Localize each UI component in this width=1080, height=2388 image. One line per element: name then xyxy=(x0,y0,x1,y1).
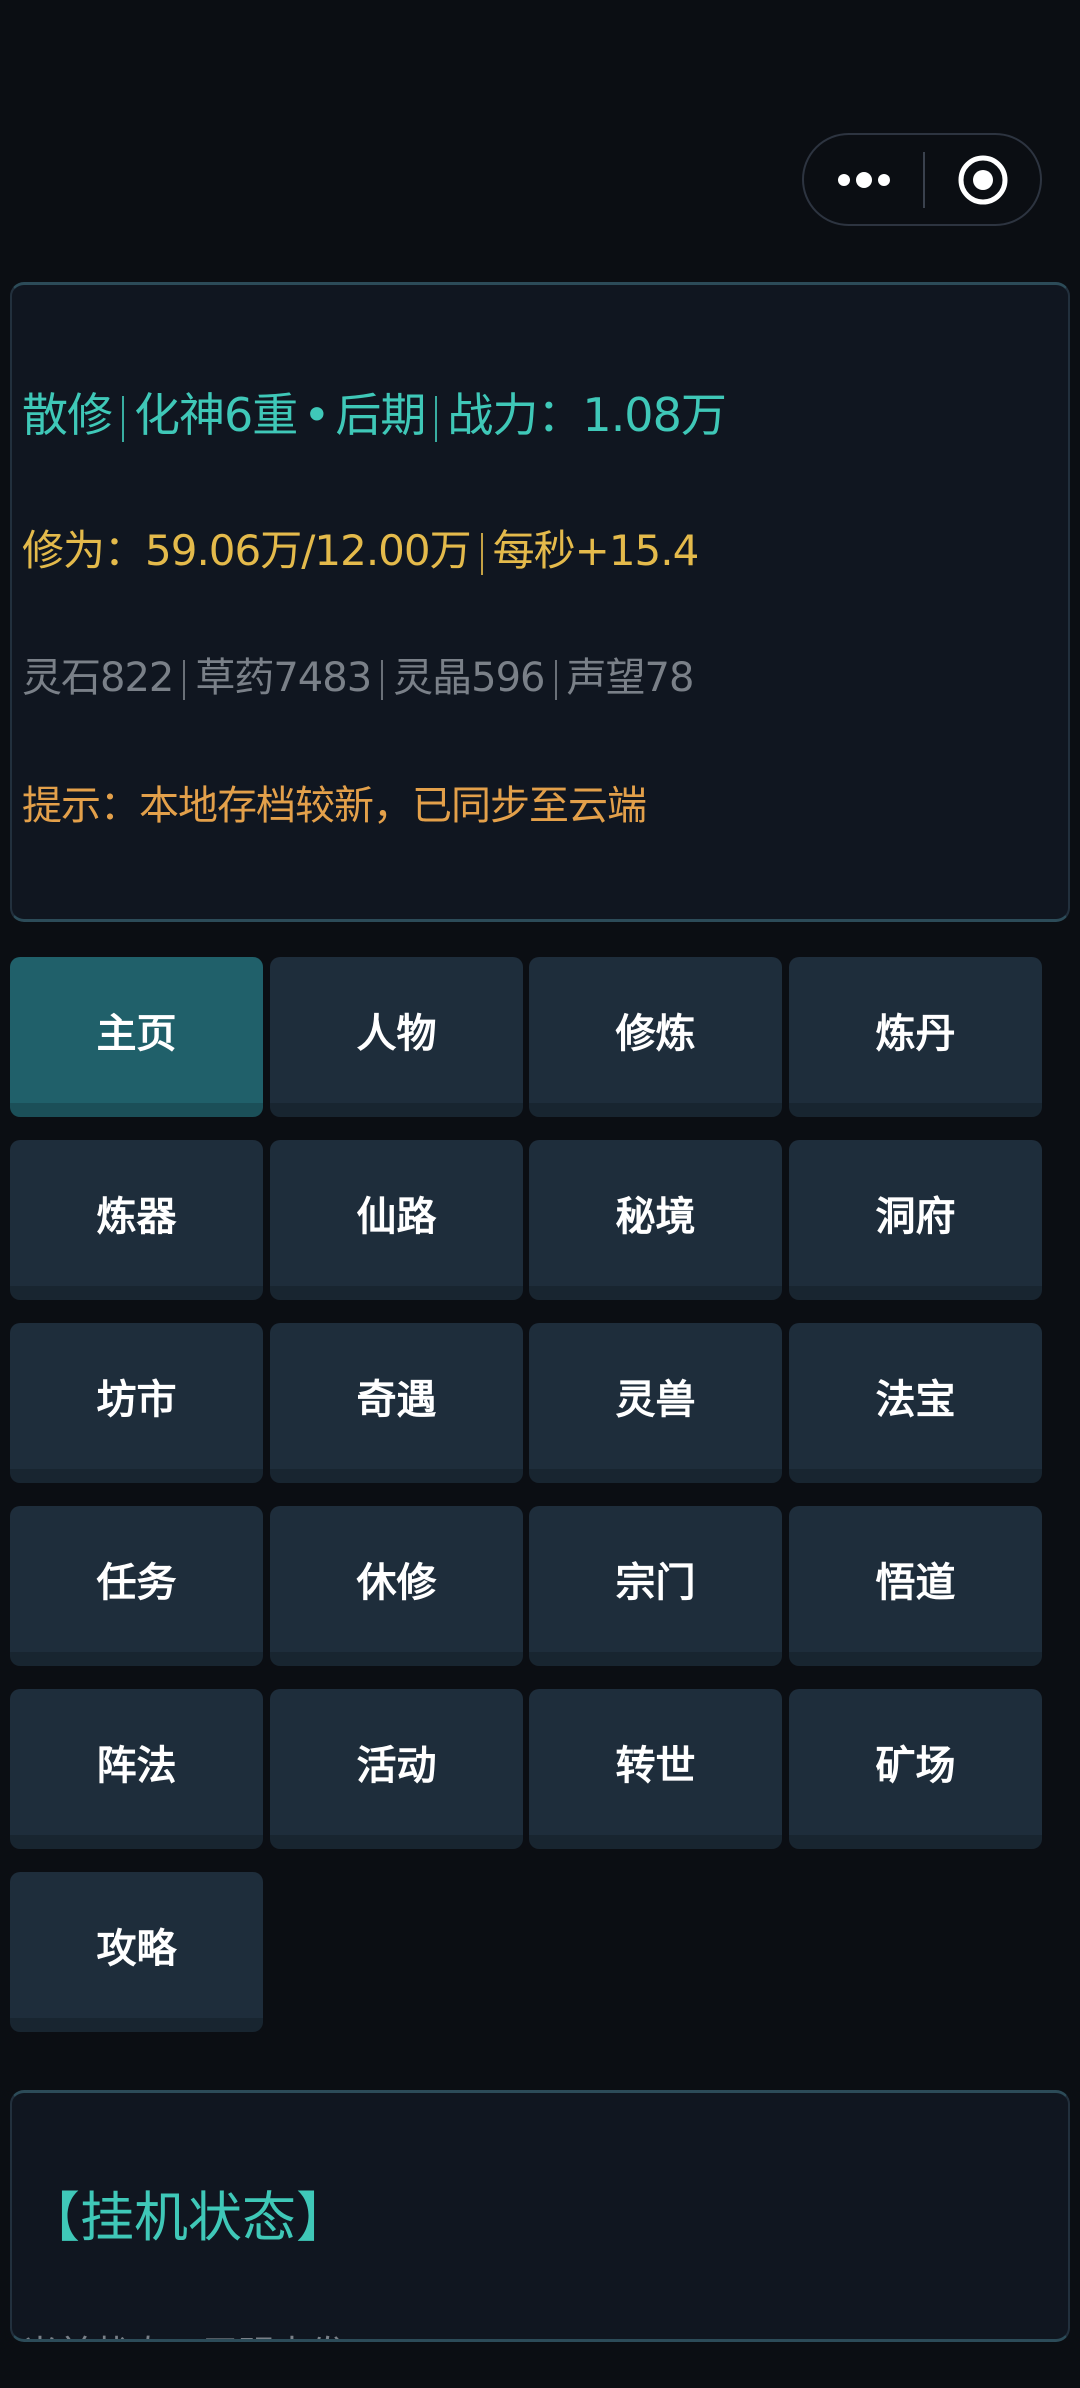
separator xyxy=(480,532,483,575)
target-circle-icon xyxy=(958,155,1007,204)
separator xyxy=(183,660,186,700)
nav-button-market[interactable]: 坊市 xyxy=(10,1323,263,1483)
spirit-crystal-text: 灵晶596 xyxy=(393,655,545,701)
nav-button-encounter[interactable]: 奇遇 xyxy=(270,1323,523,1483)
power-text: 战力：1.08万 xyxy=(447,388,726,442)
nav-button-cultivate[interactable]: 修炼 xyxy=(529,957,782,1117)
dot-separator: • xyxy=(303,388,330,442)
more-button[interactable] xyxy=(804,135,923,224)
character-summary: 散修 化神6重 • 后期 战力：1.08万 xyxy=(22,379,727,445)
identity-text: 散修 xyxy=(22,388,113,442)
nav-button-treasure[interactable]: 法宝 xyxy=(789,1323,1042,1483)
spirit-stone-text: 灵石822 xyxy=(22,655,174,701)
realm-text: 化神6重 xyxy=(134,388,298,442)
miniprogram-capsule xyxy=(802,133,1042,226)
nav-button-events[interactable]: 活动 xyxy=(270,1689,523,1849)
nav-button-guide[interactable]: 攻略 xyxy=(10,1872,263,2032)
more-dots-icon xyxy=(837,171,890,188)
nav-button-alchemy[interactable]: 炼丹 xyxy=(789,957,1042,1117)
nav-button-cave-dwelling[interactable]: 洞府 xyxy=(789,1140,1042,1300)
nav-button-immortal-path[interactable]: 仙路 xyxy=(270,1140,523,1300)
nav-button-rest[interactable]: 休修 xyxy=(270,1506,523,1666)
nav-button-forging[interactable]: 炼器 xyxy=(10,1140,263,1300)
nav-button-formation[interactable]: 阵法 xyxy=(10,1689,263,1849)
nav-button-reincarnation[interactable]: 转世 xyxy=(529,1689,782,1849)
stage-text: 后期 xyxy=(335,388,426,442)
cultivation-rate-text: 每秒+15.4 xyxy=(492,526,700,575)
cultivation-summary: 修为：59.06万/12.00万 每秒+15.4 xyxy=(22,517,700,578)
close-miniprogram-button[interactable] xyxy=(925,135,1040,224)
status-panel: 散修 化神6重 • 后期 战力：1.08万 修为：59.06万/12.00万 每秒+15.… xyxy=(10,282,1070,922)
nav-button-spirit-beast[interactable]: 灵兽 xyxy=(529,1323,782,1483)
cultivation-text: 修为：59.06万/12.00万 xyxy=(22,526,472,575)
nav-button-home[interactable]: 主页 xyxy=(10,957,263,1117)
idle-status-text: 当前状态：无明出发 xyxy=(22,2325,346,2339)
separator xyxy=(554,660,557,700)
nav-button-secret-realm[interactable]: 秘境 xyxy=(529,1140,782,1300)
herbs-text: 草药7483 xyxy=(195,655,372,701)
nav-button-tasks[interactable]: 任务 xyxy=(10,1506,263,1666)
nav-button-enlightenment[interactable]: 悟道 xyxy=(789,1506,1042,1666)
app-screen: 散修 化神6重 • 后期 战力：1.08万 修为：59.06万/12.00万 每秒+15.… xyxy=(0,0,1080,2388)
reputation-text: 声望78 xyxy=(566,655,695,701)
separator xyxy=(435,395,438,442)
hint-text: 提示：本地存档较新，已同步至云端 xyxy=(22,783,647,829)
nav-button-mine[interactable]: 矿场 xyxy=(789,1689,1042,1849)
nav-button-sect[interactable]: 宗门 xyxy=(529,1506,782,1666)
separator xyxy=(122,395,124,442)
idle-status-panel: 【挂机状态】 当前状态：无明出发 xyxy=(10,2090,1070,2342)
separator xyxy=(381,660,384,700)
resources-summary: 灵石822 草药7483 灵晶596 声望78 xyxy=(22,645,695,703)
nav-button-character[interactable]: 人物 xyxy=(270,957,523,1117)
idle-status-title: 【挂机状态】 xyxy=(26,2186,350,2249)
